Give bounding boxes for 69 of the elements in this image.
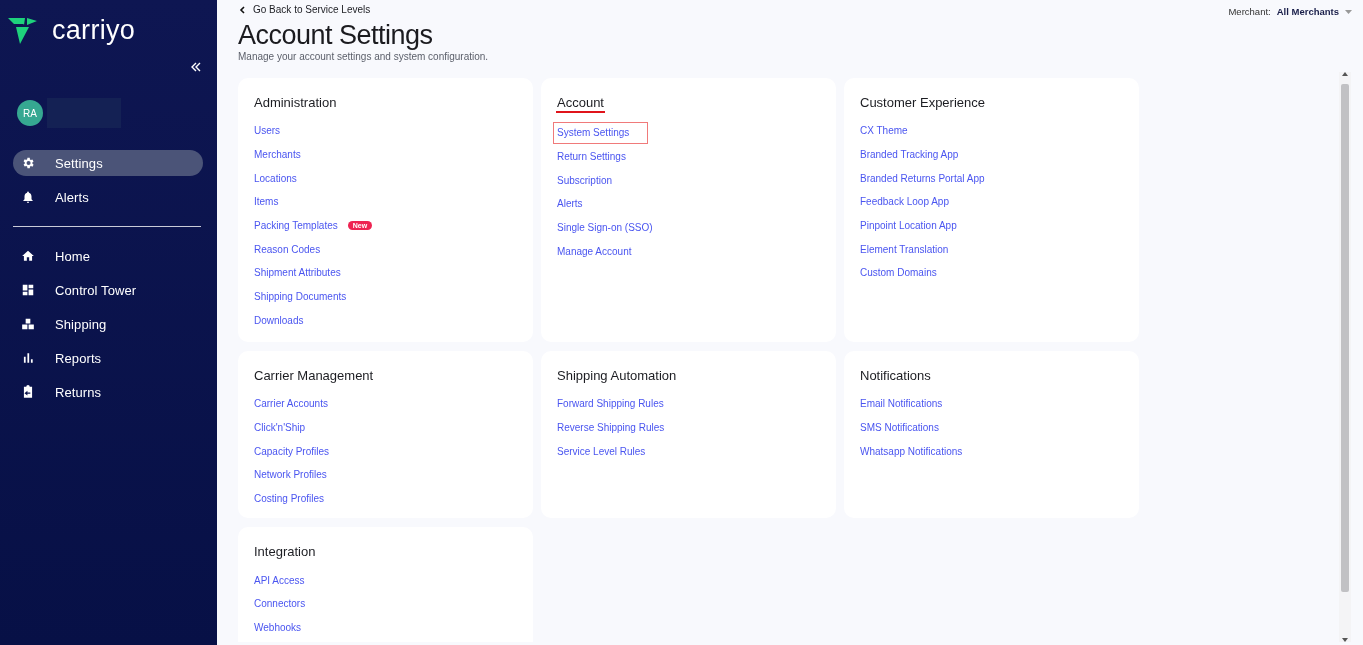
settings-link[interactable]: Return Settings bbox=[553, 146, 630, 168]
settings-link[interactable]: Whatsapp Notifications bbox=[856, 440, 967, 462]
scroll-up-icon[interactable] bbox=[1342, 72, 1348, 76]
nav-item[interactable]: Shipping bbox=[13, 311, 203, 337]
card-title: Notifications bbox=[859, 368, 932, 384]
bar-chart-icon bbox=[21, 351, 35, 365]
settings-link[interactable]: Single Sign-on (SSO) bbox=[553, 217, 657, 239]
avatar: RA bbox=[17, 100, 43, 126]
card-title: Account bbox=[556, 95, 605, 113]
settings-link[interactable]: Network Profiles bbox=[250, 464, 331, 486]
back-link[interactable]: Go Back to Service Levels bbox=[239, 4, 489, 15]
settings-link[interactable]: Downloads bbox=[250, 309, 308, 331]
chevron-left-icon bbox=[239, 5, 245, 14]
settings-link[interactable]: CX Theme bbox=[856, 120, 912, 142]
scroll-down-icon[interactable] bbox=[1342, 638, 1348, 642]
card-title: Customer Experience bbox=[859, 95, 986, 111]
settings-link[interactable]: Connectors bbox=[250, 593, 310, 615]
settings-link[interactable]: Subscription bbox=[553, 169, 617, 191]
settings-link[interactable]: Forward Shipping Rules bbox=[553, 393, 668, 415]
gear-icon bbox=[21, 156, 35, 170]
nav-item[interactable]: Settings bbox=[13, 150, 203, 176]
settings-link[interactable]: Email Notifications bbox=[856, 393, 947, 415]
settings-link[interactable]: Alerts bbox=[553, 193, 587, 215]
settings-link[interactable]: Shipment Attributes bbox=[250, 262, 345, 284]
caret-down-icon bbox=[1345, 9, 1352, 14]
page-title: Account Settings bbox=[238, 20, 434, 50]
settings-link[interactable]: Shipping Documents bbox=[250, 286, 351, 308]
settings-link[interactable]: Capacity Profiles bbox=[250, 440, 334, 462]
settings-link[interactable]: SMS Notifications bbox=[856, 417, 943, 439]
card-title: Administration bbox=[253, 95, 338, 111]
settings-link[interactable]: Service Level Rules bbox=[553, 440, 650, 462]
settings-link[interactable]: Click'n'Ship bbox=[250, 417, 310, 439]
settings-link[interactable]: System Settings bbox=[553, 121, 649, 144]
nav-item[interactable]: Returns bbox=[13, 379, 203, 405]
boxes-icon bbox=[21, 317, 35, 331]
nav-item[interactable]: Reports bbox=[13, 345, 203, 371]
settings-link[interactable]: Custom Domains bbox=[856, 262, 941, 284]
logo-text: carriyo bbox=[52, 16, 136, 44]
settings-link[interactable]: Reverse Shipping Rules bbox=[553, 417, 669, 439]
settings-link[interactable]: Manage Account bbox=[553, 240, 636, 262]
settings-link[interactable]: Packing Templates bbox=[250, 215, 342, 237]
settings-link[interactable]: Reason Codes bbox=[250, 238, 325, 260]
settings-link[interactable]: Locations bbox=[250, 167, 301, 189]
settings-link[interactable]: Users bbox=[250, 120, 285, 142]
merchant-label: Merchant: bbox=[1228, 6, 1271, 17]
scrollbar[interactable] bbox=[1339, 72, 1351, 642]
home-icon bbox=[21, 249, 35, 263]
settings-link[interactable]: API Access bbox=[250, 569, 309, 591]
settings-link[interactable]: Feedback Loop App bbox=[856, 191, 953, 213]
settings-link[interactable]: Items bbox=[250, 191, 283, 213]
settings-link[interactable]: Merchants bbox=[250, 144, 305, 166]
settings-link[interactable]: Pinpoint Location App bbox=[856, 215, 961, 237]
settings-link[interactable]: Costing Profiles bbox=[250, 488, 329, 510]
nav-item[interactable]: Home bbox=[13, 243, 203, 269]
page-subtitle: Manage your account settings and system configuration. bbox=[238, 51, 489, 62]
settings-link[interactable]: Webhooks bbox=[250, 617, 306, 639]
settings-link[interactable]: Branded Returns Portal App bbox=[856, 167, 989, 189]
nav-item[interactable]: Control Tower bbox=[13, 277, 203, 303]
card-title: Carrier Management bbox=[253, 368, 375, 384]
bell-icon bbox=[21, 190, 35, 204]
settings-link[interactable]: Element Translation bbox=[856, 238, 953, 260]
dashboard-icon bbox=[21, 283, 35, 297]
settings-link[interactable]: Carrier Accounts bbox=[250, 393, 332, 415]
settings-link[interactable]: Branded Tracking App bbox=[856, 144, 963, 166]
card-title: Shipping Automation bbox=[556, 368, 678, 384]
card-title: Integration bbox=[253, 544, 317, 561]
clipboard-icon bbox=[21, 385, 35, 399]
merchant-dropdown[interactable]: All Merchants bbox=[1276, 6, 1352, 17]
nav-item[interactable]: Alerts bbox=[13, 184, 203, 210]
